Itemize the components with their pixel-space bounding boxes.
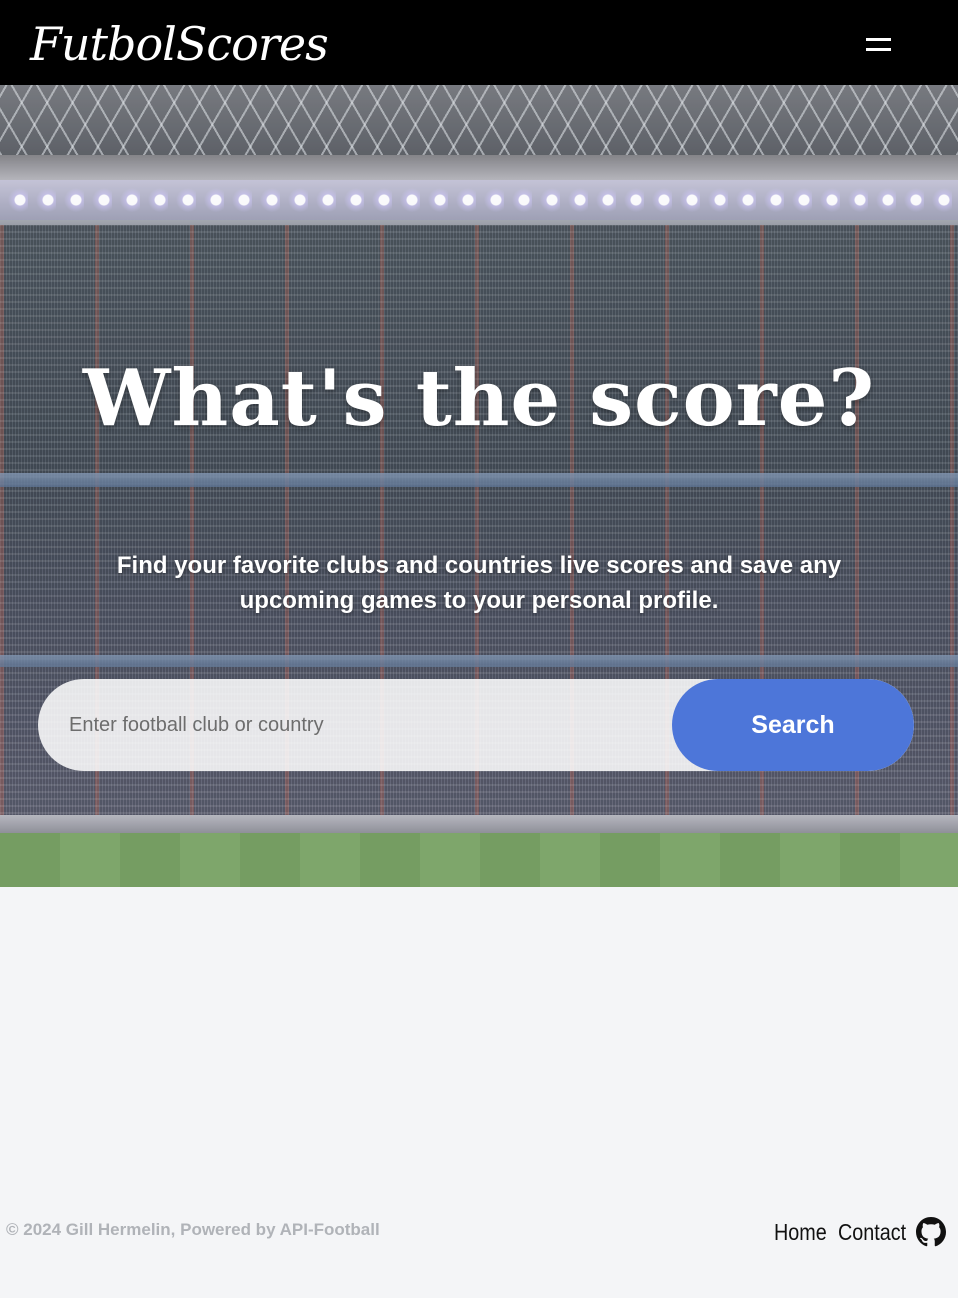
hero-subtitle: Find your favorite clubs and countries l…: [116, 552, 842, 614]
github-icon[interactable]: [916, 1217, 946, 1247]
hero-title: What's the score?: [82, 353, 876, 444]
footer-nav: Home Contact: [774, 1212, 946, 1252]
top-navbar: FutbolScores: [0, 0, 958, 85]
brand-logo[interactable]: FutbolScores: [30, 14, 329, 74]
github-icon-svg: [916, 1217, 946, 1247]
copyright-text: © 2024 Gill Hermelin, Powered by API-Foo…: [6, 1220, 380, 1239]
menu-line: [866, 48, 891, 51]
hamburger-menu-icon[interactable]: [858, 30, 898, 60]
menu-line: [866, 38, 891, 41]
search-form: Search: [38, 679, 914, 771]
footer-link-contact[interactable]: Contact: [838, 1219, 906, 1246]
hero-section: What's the score? Find your favorite clu…: [0, 85, 958, 887]
search-button[interactable]: Search: [672, 679, 914, 771]
search-input[interactable]: [38, 679, 678, 771]
footer-link-home[interactable]: Home: [774, 1219, 829, 1246]
